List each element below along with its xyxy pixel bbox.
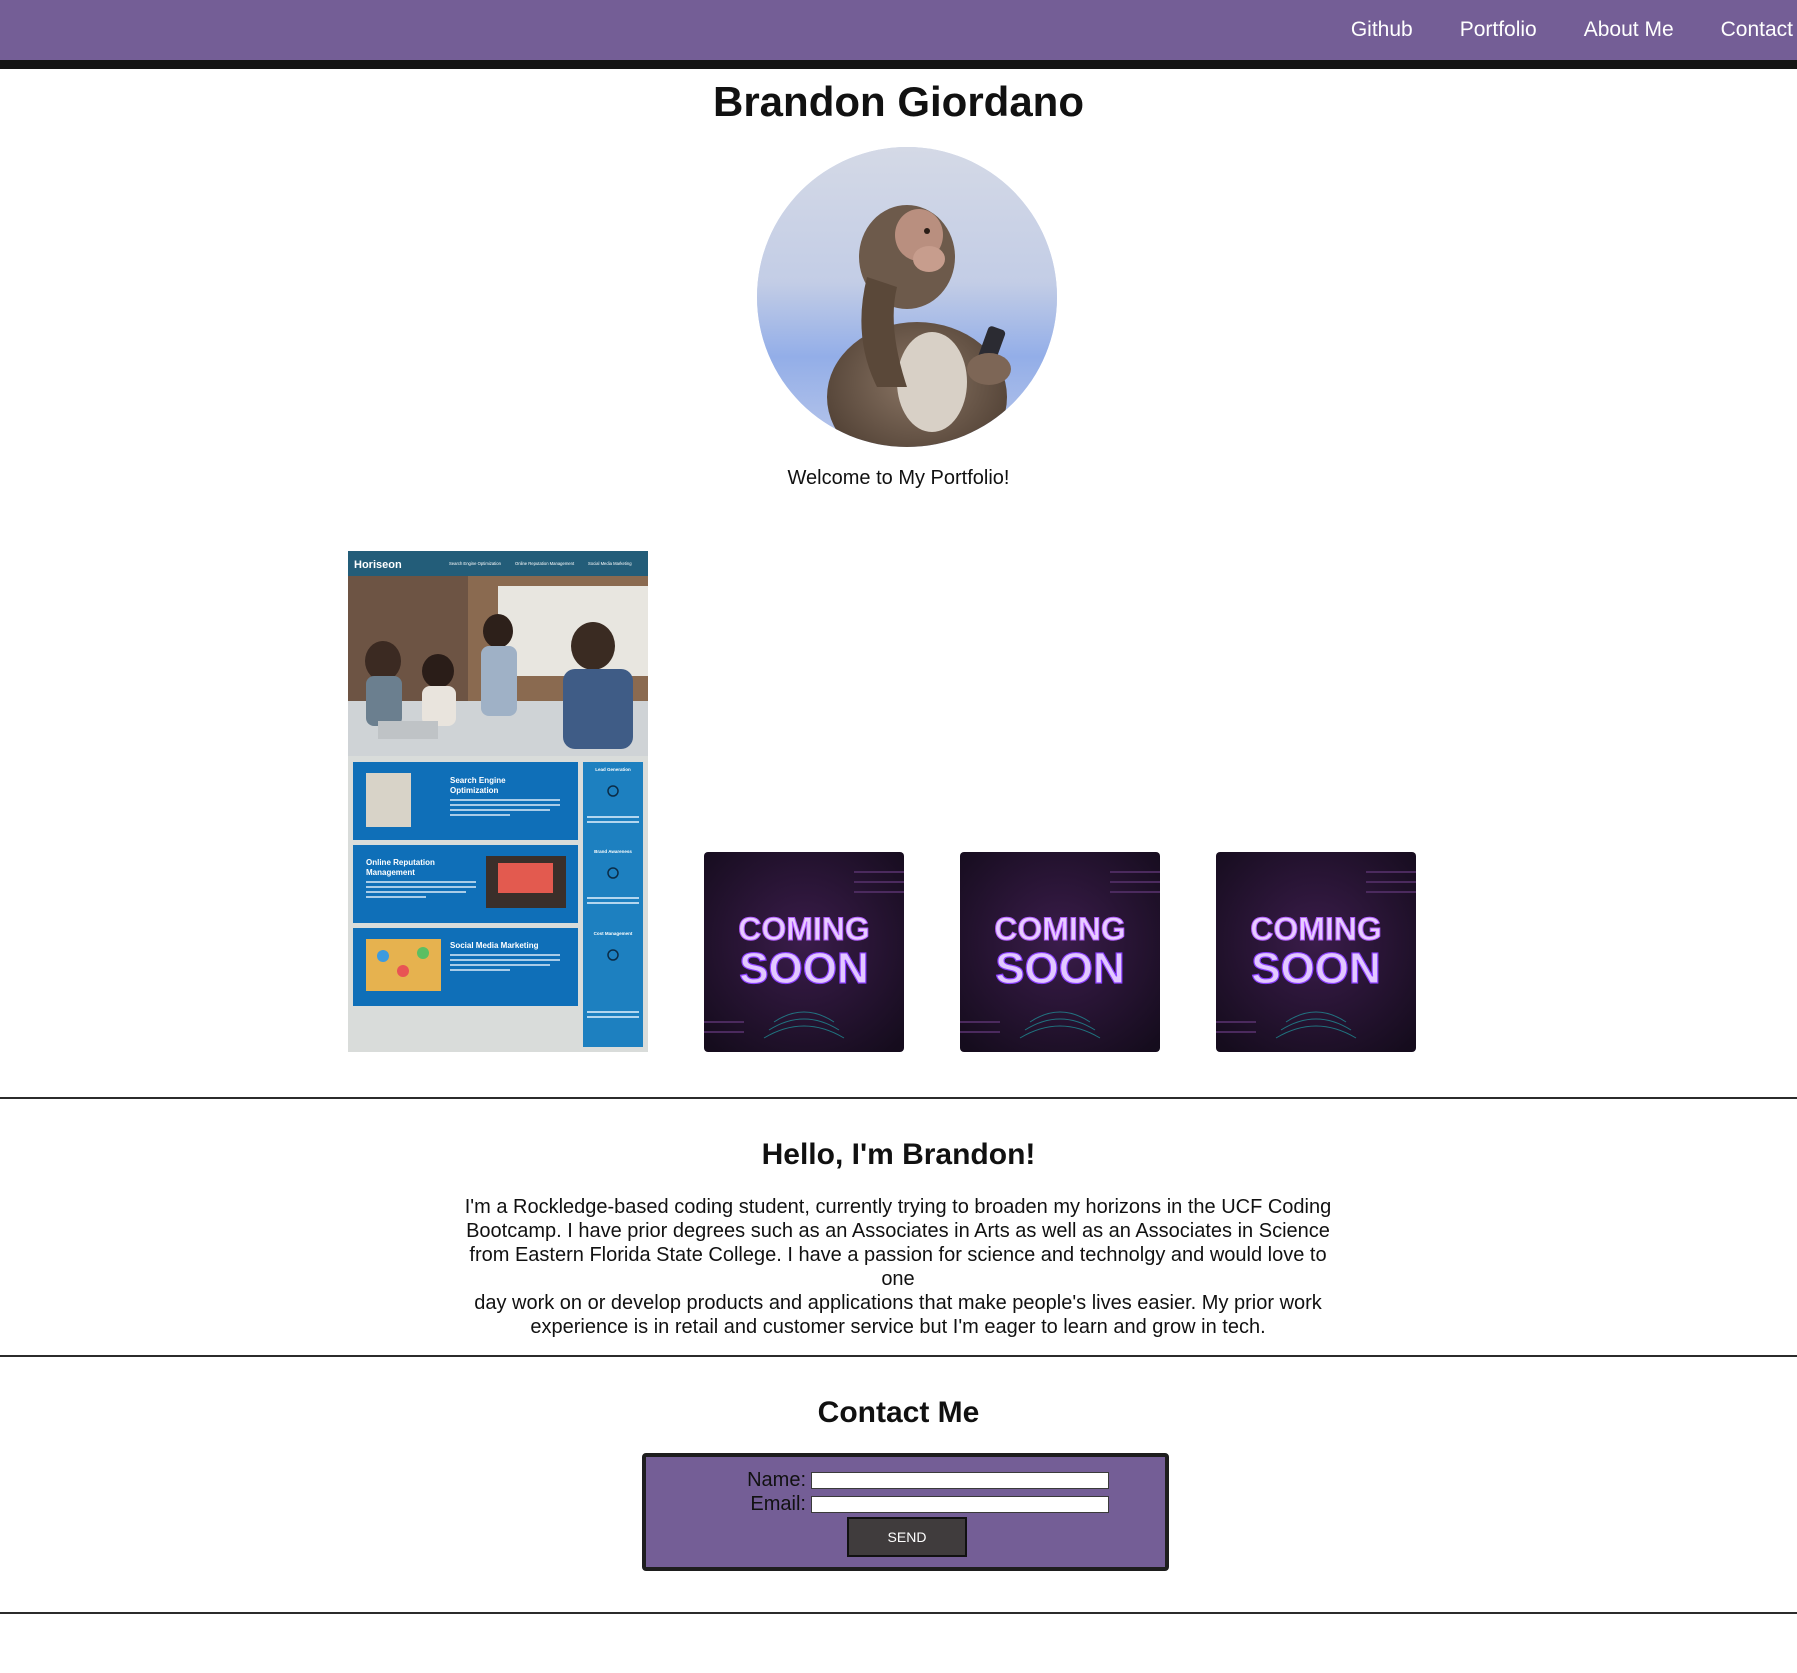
svg-text:Management: Management bbox=[366, 868, 415, 877]
svg-text:Cost Management: Cost Management bbox=[594, 931, 633, 936]
nav-link-portfolio[interactable]: Portfolio bbox=[1460, 0, 1537, 60]
svg-text:SOON: SOON bbox=[995, 944, 1125, 993]
svg-text:SOON: SOON bbox=[1251, 944, 1381, 993]
contact-heading: Contact Me bbox=[817, 1396, 980, 1429]
horiseon-nav-item: Search Engine Optimization bbox=[449, 561, 502, 566]
svg-text:COMING: COMING bbox=[738, 911, 870, 947]
about-text: I'm a Rockledge-based coding student, cu… bbox=[464, 1196, 1332, 1338]
svg-text:Search Engine: Search Engine bbox=[450, 776, 506, 785]
svg-text:Optimization: Optimization bbox=[450, 786, 499, 795]
svg-text:COMING: COMING bbox=[1250, 911, 1382, 947]
project-thumbnail-coming-soon-1[interactable]: COMING SOON bbox=[704, 852, 904, 1052]
nav-link-github[interactable]: Github bbox=[1351, 0, 1413, 60]
page-title: Brandon Giordano bbox=[713, 78, 1084, 125]
email-input[interactable] bbox=[811, 1496, 1109, 1513]
coming-soon-graphic: COMING SOON bbox=[704, 852, 904, 1052]
svg-text:Social Media Marketing: Social Media Marketing bbox=[450, 941, 539, 950]
email-label: Email: bbox=[750, 1493, 806, 1515]
section-divider bbox=[0, 1097, 1797, 1099]
top-navbar: Github Portfolio About Me Contact bbox=[0, 0, 1797, 69]
svg-text:SOON: SOON bbox=[739, 944, 869, 993]
about-heading: Hello, I'm Brandon! bbox=[761, 1138, 1036, 1171]
name-label: Name: bbox=[747, 1469, 806, 1491]
section-divider bbox=[0, 1612, 1797, 1614]
avatar bbox=[757, 147, 1057, 447]
nav-links: Github Portfolio About Me Contact bbox=[1304, 0, 1797, 60]
monkey-photo bbox=[757, 147, 1057, 447]
coming-soon-graphic: COMING SOON bbox=[960, 852, 1160, 1052]
horiseon-screenshot: Horiseon Search Engine Optimization Onli… bbox=[348, 551, 648, 1052]
welcome-text: Welcome to My Portfolio! bbox=[787, 467, 1010, 489]
nav-link-about-me[interactable]: About Me bbox=[1584, 0, 1674, 60]
svg-text:Online Reputation: Online Reputation bbox=[366, 858, 435, 867]
project-thumbnail-horiseon[interactable]: Horiseon Search Engine Optimization Onli… bbox=[348, 551, 648, 1052]
nav-link-contact[interactable]: Contact bbox=[1721, 0, 1793, 60]
project-thumbnail-coming-soon-3[interactable]: COMING SOON bbox=[1216, 852, 1416, 1052]
name-input[interactable] bbox=[811, 1472, 1109, 1489]
coming-soon-graphic: COMING SOON bbox=[1216, 852, 1416, 1052]
svg-text:Lead Generation: Lead Generation bbox=[595, 767, 631, 772]
contact-form: Name: Email: SEND bbox=[642, 1453, 1169, 1571]
section-divider bbox=[0, 1355, 1797, 1357]
project-thumbnail-coming-soon-2[interactable]: COMING SOON bbox=[960, 852, 1160, 1052]
horiseon-brand: Horiseon bbox=[354, 559, 402, 571]
send-button[interactable]: SEND bbox=[847, 1517, 967, 1557]
svg-text:COMING: COMING bbox=[994, 911, 1126, 947]
svg-text:Brand Awareness: Brand Awareness bbox=[594, 849, 632, 854]
horiseon-nav-item: Online Reputation Management bbox=[515, 561, 575, 566]
horiseon-nav-item: Social Media Marketing bbox=[588, 561, 632, 566]
